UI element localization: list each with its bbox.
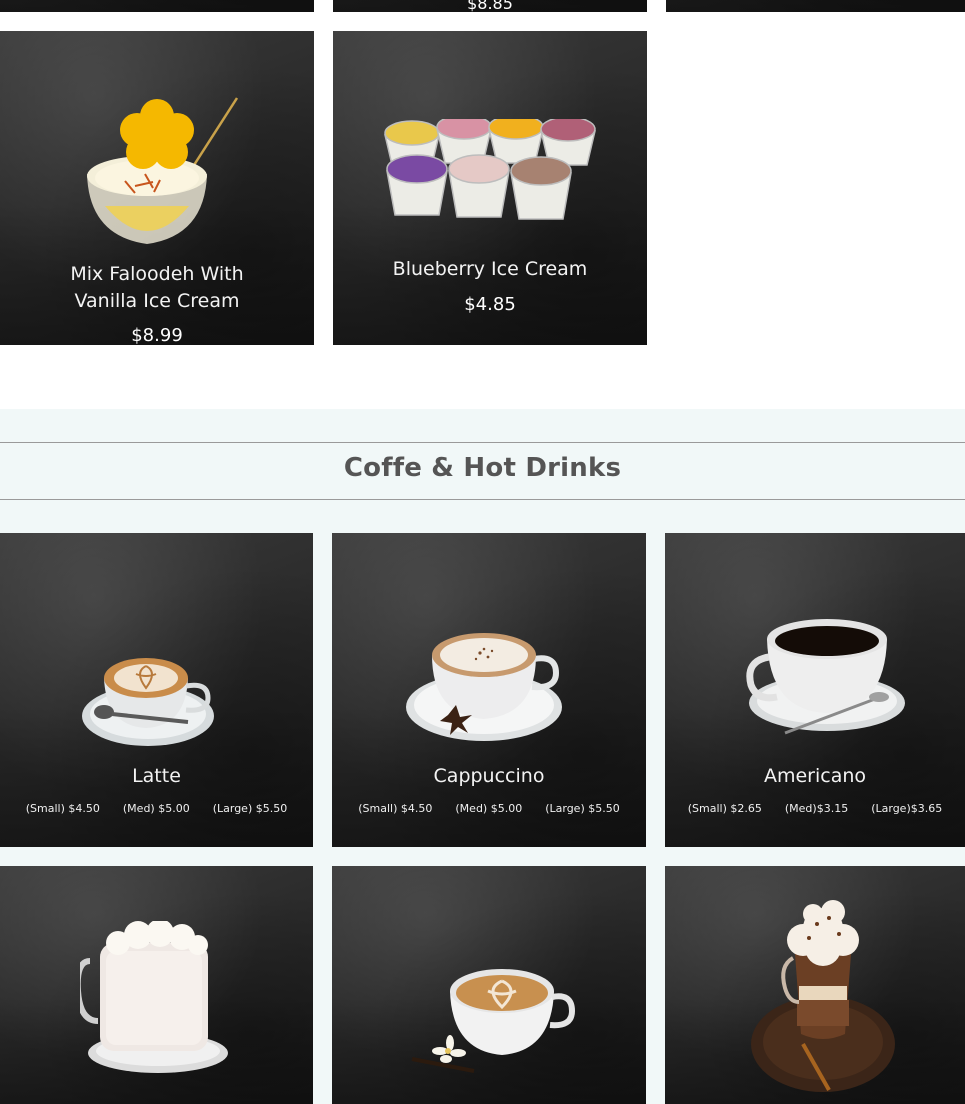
size-prices: (Small) $4.50 (Med) $5.00 (Large) $5.50 <box>0 802 313 815</box>
size-prices: (Small) $2.65 (Med)$3.15 (Large)$3.65 <box>665 802 965 815</box>
price-large: (Large) $5.50 <box>545 802 620 815</box>
ice-cream-cups-image <box>384 119 596 220</box>
menu-card-faloodeh[interactable]: Mix Faloodeh With Vanilla Ice Cream $8.9… <box>0 31 314 345</box>
price-medium: (Med) $5.00 <box>122 802 190 815</box>
item-name: Blueberry Ice Cream <box>392 258 588 280</box>
divider <box>0 442 965 443</box>
menu-card-cappuccino[interactable]: Cappuccino (Small) $4.50 (Med) $5.00 (La… <box>332 533 646 847</box>
cappuccino-image <box>406 633 562 741</box>
price-small: (Small) $4.50 <box>358 802 433 815</box>
latte-image <box>82 658 214 746</box>
mocha-image <box>751 900 895 1092</box>
item-name: Mix Faloodeh With Vanilla Ice Cream <box>0 261 314 315</box>
item-name: Latte <box>132 765 181 787</box>
item-name: Cappuccino <box>433 765 545 787</box>
faloodeh-image <box>87 97 239 244</box>
section-header: Coffe & Hot Drinks <box>0 409 965 533</box>
item-price: $8.85 <box>467 0 513 12</box>
vanilla-latte-image <box>411 969 576 1073</box>
price-medium: (Med) $5.00 <box>455 802 523 815</box>
white-mocha-image <box>80 921 228 1073</box>
menu-card-vanilla-latte[interactable] <box>332 866 646 1104</box>
price-small: (Small) $2.65 <box>687 802 762 815</box>
divider <box>0 499 965 500</box>
item-name: Americano <box>763 765 867 787</box>
menu-card-top-left[interactable] <box>0 0 314 12</box>
size-prices: (Small) $4.50 (Med) $5.00 (Large) $5.50 <box>332 802 646 815</box>
item-price: $8.99 <box>131 325 183 345</box>
item-name-line-1: Mix Faloodeh With <box>70 263 244 285</box>
section-title: Coffe & Hot Drinks <box>343 453 622 483</box>
menu-card-mocha[interactable] <box>665 866 965 1104</box>
menu-card-top-middle[interactable]: $8.85 <box>333 0 647 12</box>
menu-card-top-right[interactable] <box>666 0 965 12</box>
menu-card-blueberry-ice-cream[interactable]: Blueberry Ice Cream $4.85 <box>333 31 647 345</box>
price-small: (Small) $4.50 <box>25 802 100 815</box>
price-large: (Large)$3.65 <box>871 802 943 815</box>
price-large: (Large) $5.50 <box>212 802 288 815</box>
menu-card-white-mocha[interactable] <box>0 866 313 1104</box>
americano-image <box>746 619 905 735</box>
item-name-line-2: Vanilla Ice Cream <box>74 290 240 312</box>
price-medium: (Med)$3.15 <box>784 802 849 815</box>
menu-card-americano[interactable]: Americano (Small) $2.65 (Med)$3.15 (Larg… <box>665 533 965 847</box>
item-price: $4.85 <box>464 294 516 315</box>
menu-card-latte[interactable]: Latte (Small) $4.50 (Med) $5.00 (Large) … <box>0 533 313 847</box>
